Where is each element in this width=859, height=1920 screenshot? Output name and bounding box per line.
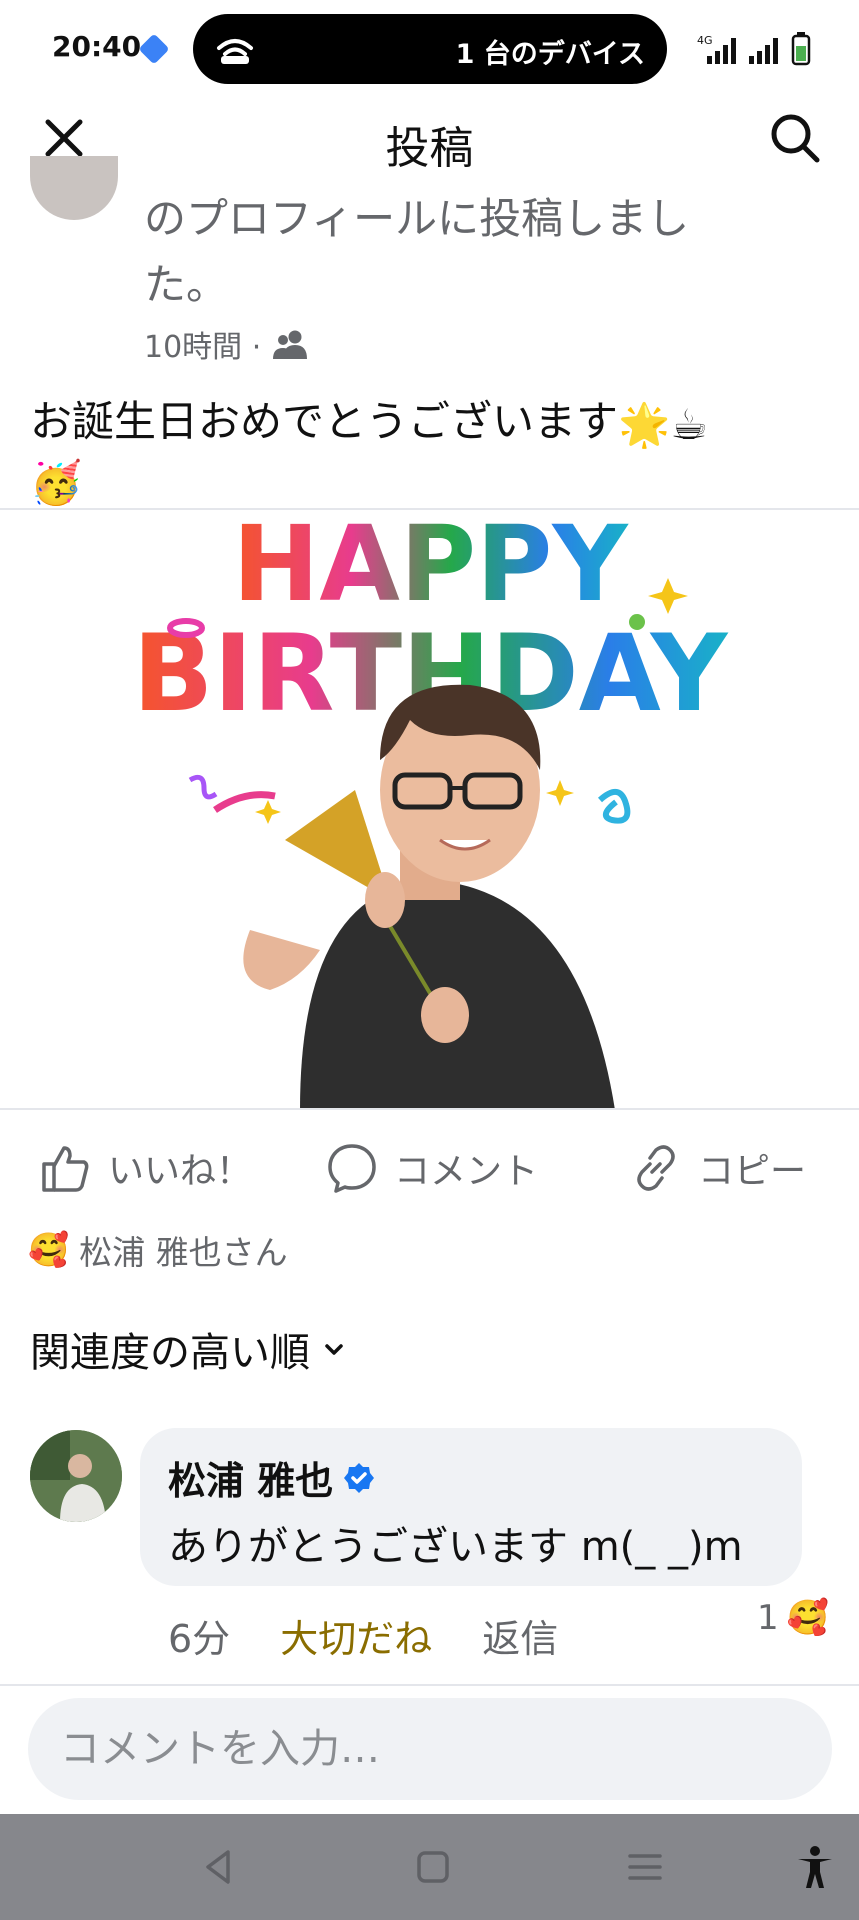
like-button[interactable]: いいね！ <box>40 1142 252 1194</box>
comment-bubble[interactable]: 松浦 雅也 ありがとうございます m(_ _)m <box>140 1428 802 1586</box>
back-icon[interactable] <box>196 1844 242 1890</box>
post-actions: いいね！ コメント コピー <box>0 1118 859 1218</box>
reply-button[interactable]: 返信 <box>482 1608 558 1663</box>
comment-time: 6分 <box>168 1617 231 1661</box>
home-icon[interactable] <box>410 1844 456 1890</box>
comment-sort-dropdown[interactable]: 関連度の高い順 <box>30 1320 346 1378</box>
comment-author[interactable]: 松浦 雅也 <box>168 1450 375 1505</box>
comment-author-name: 松浦 雅也 <box>168 1459 334 1503</box>
status-time: 20:40 <box>52 30 142 63</box>
system-navigation-bar <box>0 1814 859 1920</box>
author-avatar[interactable] <box>30 156 118 220</box>
post-header-bar: 投稿 <box>0 96 859 180</box>
party-face-emoji: 🥳 <box>30 458 83 507</box>
network-label: 4G <box>697 34 713 47</box>
divider <box>0 1684 859 1686</box>
like-label: いいね！ <box>108 1151 253 1192</box>
accessibility-icon[interactable] <box>792 1844 838 1890</box>
sort-label: 関連度の高い順 <box>30 1330 310 1376</box>
signal-icon: 4G <box>697 32 811 66</box>
comment-reaction-count[interactable]: 1 🥰 <box>757 1598 829 1638</box>
post-text: お誕生日おめでとうございます🌟☕ 🥳 <box>30 394 830 511</box>
friends-icon <box>273 330 308 359</box>
post-timestamp: 10時間 · <box>144 322 311 366</box>
chevron-down-icon <box>325 1344 343 1355</box>
search-icon[interactable] <box>767 110 823 166</box>
comment-icon <box>328 1144 376 1193</box>
copy-button[interactable]: コピー <box>630 1142 806 1194</box>
thumbs-up-icon <box>42 1146 89 1192</box>
copy-label: コピー <box>698 1151 807 1192</box>
status-bar: 20:40 1 台のデバイス 4G <box>0 0 859 96</box>
hotspot-icon <box>217 39 253 64</box>
reactor-names: 松浦 雅也さん <box>79 1233 288 1272</box>
device-connection-pill[interactable]: 1 台のデバイス <box>193 14 667 84</box>
happy-text: HAPPY <box>232 510 629 625</box>
page-title: 投稿 <box>385 123 474 174</box>
comment-input-container <box>28 1698 832 1800</box>
reaction-summary[interactable]: 🥰 松浦 雅也さん <box>28 1226 288 1274</box>
pill-text: 1 台のデバイス <box>455 39 645 70</box>
comment-actions: 6分 大切だね 返信 <box>168 1608 558 1663</box>
divider <box>0 1108 859 1110</box>
link-icon <box>637 1145 675 1191</box>
verified-badge-icon <box>344 1462 375 1493</box>
app-notification-icon <box>138 33 170 65</box>
commenter-avatar[interactable] <box>30 1430 122 1522</box>
coffee-emoji: ☕ <box>670 399 708 449</box>
comment-label: コメント <box>394 1151 539 1192</box>
commenter-photo <box>30 1430 122 1522</box>
menu-icon[interactable] <box>622 1844 668 1890</box>
comment-text: ありがとうございます m(_ _)m <box>168 1524 743 1570</box>
post-meta-text: のプロフィールに投稿しました。 <box>144 194 690 309</box>
comment-button[interactable]: コメント <box>326 1142 538 1194</box>
post-body-text: お誕生日おめでとうございます <box>30 397 619 446</box>
comment-input[interactable] <box>28 1698 832 1800</box>
reaction-count: 1 <box>757 1598 779 1638</box>
comment-reaction-button[interactable]: 大切だね <box>280 1608 432 1663</box>
glowing-star-emoji: 🌟 <box>618 399 671 449</box>
care-reaction-icon: 🥰 <box>786 1598 829 1638</box>
care-reaction-icon: 🥰 <box>28 1230 70 1269</box>
post-time: 10時間 · <box>144 330 262 365</box>
birthday-avatar-image[interactable]: HAPPY BIRTHDAY <box>0 510 859 1110</box>
